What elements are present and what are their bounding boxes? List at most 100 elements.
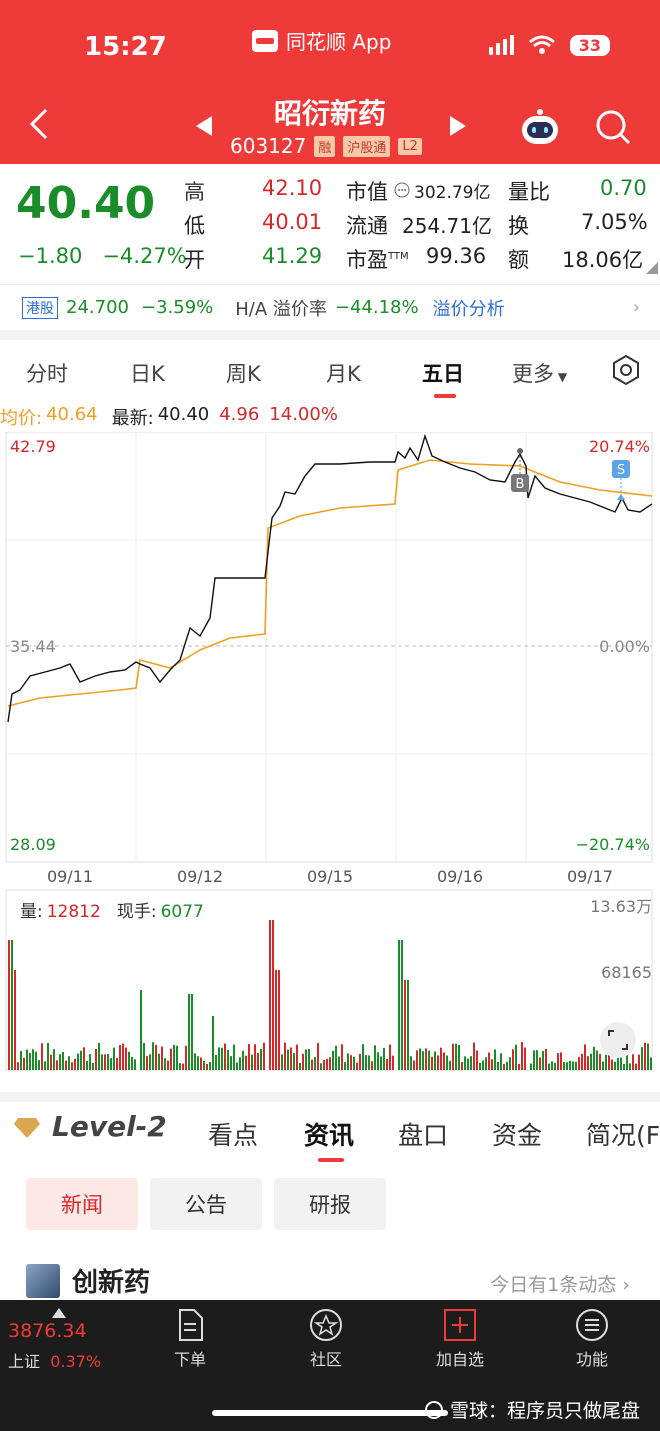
home-indicator[interactable] [212,1410,448,1416]
volume-bar [638,1054,640,1070]
volume-bar [122,1043,124,1070]
vol-ratio-value: 0.70 [600,176,647,200]
tab-profile[interactable]: 简况(F [586,1116,660,1152]
volume-bar [536,1050,538,1070]
nav-order[interactable]: 下单 [150,1308,230,1370]
topic-thumbnail [26,1263,60,1298]
volume-bar [263,1042,265,1070]
mktcap-label: 市值 [346,180,388,204]
volume-bar [164,1058,166,1070]
pe-row: 市盈TTM [346,244,409,274]
volume-bar [230,1056,232,1070]
pill-news[interactable]: 新闻 [26,1178,138,1230]
volume-bar [644,1042,646,1070]
index-widget[interactable]: 3876.34 上证 0.37% [8,1308,101,1372]
last-label: 最新: [111,408,154,429]
volume-bar [584,1044,586,1070]
topic-title: 创新药 [72,1268,151,1298]
more-info-icon[interactable] [394,182,410,198]
high-value: 42.10 [262,176,323,200]
volume-bar [314,1057,316,1070]
active-tab-indicator [434,394,456,398]
volume-bar [329,1057,331,1070]
volume-bar [182,1063,184,1070]
change-value: −1.80 [18,244,83,268]
topic-header[interactable]: 创新药 [26,1262,150,1299]
volume-bar [515,1044,517,1070]
tab-orderbook[interactable]: 盘口 [398,1116,448,1152]
tab-funds[interactable]: 资金 [492,1116,542,1152]
tab-weekly-k[interactable]: 周K [226,358,261,388]
volume-bar [101,1054,103,1070]
tab-more-label: 更多 [512,362,554,386]
volume-bar [380,1056,382,1070]
topic-more-link[interactable]: 今日有1条动态 › [490,1270,630,1297]
premium-analysis-link[interactable]: 溢价分析 [433,295,505,321]
pill-research[interactable]: 研报 [274,1178,386,1230]
sell-marker: S [612,460,630,500]
volume-bar [572,1061,574,1070]
vol-value: 12812 [47,902,101,922]
assistant-bot-icon[interactable] [518,108,562,146]
volume-bar [599,1053,601,1070]
volume-bar [551,1061,553,1070]
volume-bar [374,1045,376,1070]
hk-tag: 港股 [22,296,58,319]
volume-bar [461,1062,463,1070]
volume-bar [233,1044,235,1070]
hk-row[interactable]: 港股 24.700 −3.59% H/A 溢价率 −44.18% 溢价分析 › [0,284,660,330]
volume-bar [611,1059,613,1070]
high-label: 高 [184,180,205,204]
volume-bar [566,1062,568,1070]
volume-bar [140,990,142,1070]
volume-bar [269,920,271,1070]
volume-bar [278,970,280,1070]
volume-bar [155,1044,157,1070]
tab-news[interactable]: 资讯 [304,1116,354,1152]
volume-bar [548,1063,550,1070]
volume-bar [458,1044,460,1070]
volume-bar [545,1049,547,1070]
volume-bar [587,1056,589,1070]
price-volume-svg: 42.79 35.44 28.09 20.74% 0.00% −20.74% B… [5,431,653,1071]
expand-corner-icon[interactable] [646,262,658,274]
status-app-name: 同花顺 App [252,26,391,55]
tab-highlights[interactable]: 看点 [208,1116,258,1152]
tab-five-day[interactable]: 五日 [422,358,464,388]
hk-price: 24.700 [66,297,129,318]
pill-announcements[interactable]: 公告 [150,1178,262,1230]
volume-bar [578,1057,580,1070]
volume-bar [251,1054,253,1070]
tab-more[interactable]: 更多 ▼ [512,358,567,388]
volume-bar [569,1060,571,1070]
volume-bar [437,1055,439,1070]
volume-bar [32,1049,34,1070]
order-icon [179,1309,203,1341]
y-mid-pct: 0.00% [599,637,650,656]
volume-bar [221,1047,223,1070]
tab-intraday[interactable]: 分时 [26,358,68,388]
search-icon[interactable] [594,108,632,146]
fullscreen-icon[interactable] [600,1022,636,1058]
nav-functions[interactable]: 功能 [552,1308,632,1370]
volume-bar [95,1049,97,1070]
settings-hex-icon[interactable] [610,354,642,386]
tab-monthly-k[interactable]: 月K [326,358,361,388]
volume-bar [236,1062,238,1070]
volume-bar [632,1054,634,1070]
five-day-chart[interactable]: 42.79 35.44 28.09 20.74% 0.00% −20.74% B… [0,431,660,1092]
vol-label-row: 量: 12812 现手: 6077 [20,902,204,922]
volume-bar [29,1053,31,1070]
volume-bar [317,1042,319,1070]
volume-bar [257,1053,259,1070]
amount-value: 18.06亿 [562,248,644,272]
tab-daily-k[interactable]: 日K [130,358,165,388]
quote-panel: 40.40 −1.80 −4.27% 高 42.10 低 40.01 开 41.… [0,164,660,284]
next-stock-button[interactable] [450,116,466,136]
volume-bar [338,1056,340,1070]
volume-bar [383,1047,385,1070]
volume-bar [539,1057,541,1070]
nav-community[interactable]: 社区 [286,1308,366,1370]
wifi-icon [528,35,555,54]
nav-add-watchlist[interactable]: 加自选 [420,1308,500,1370]
